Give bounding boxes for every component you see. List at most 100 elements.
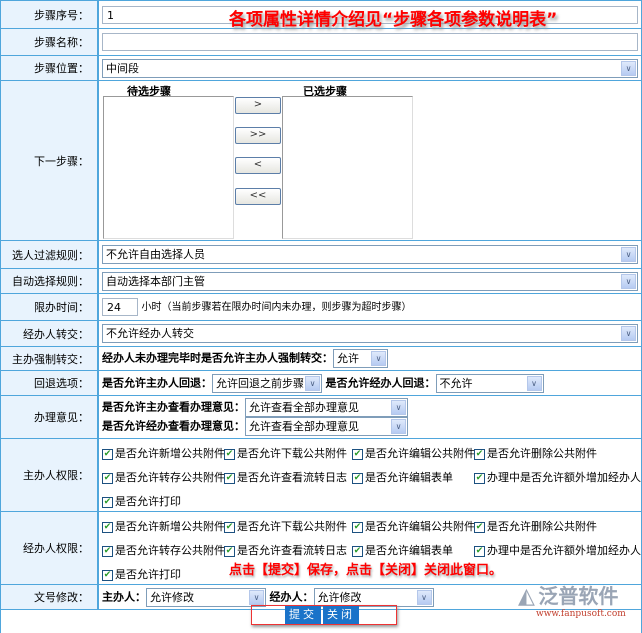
checkbox-checked-icon[interactable]: ✔ bbox=[474, 545, 485, 557]
rollback-handler-value: 不允许 bbox=[439, 376, 473, 390]
handler-transfer-select[interactable]: 不允许经办人转交 ∨ bbox=[102, 324, 638, 343]
checkbox-checked-icon[interactable]: ✔ bbox=[102, 472, 113, 484]
step-position-select[interactable]: 中间段 ∨ bbox=[102, 58, 638, 78]
permission-label: 是否允许删除公共附件 bbox=[487, 447, 597, 460]
selected-steps-list[interactable] bbox=[282, 96, 413, 239]
auto-rule-label: 自动选择规则： bbox=[0, 268, 99, 294]
permission-checkbox[interactable]: ✔ 是否允许打印 bbox=[102, 566, 181, 582]
checkbox-checked-icon[interactable]: ✔ bbox=[102, 448, 113, 460]
auto-rule-value: 自动选择本部门主管 bbox=[106, 274, 205, 288]
permission-label: 是否允许编辑公共附件 bbox=[365, 447, 475, 460]
step-position-value: 中间段 bbox=[106, 61, 139, 75]
permission-checkbox[interactable]: ✔ 是否允许转存公共附件 bbox=[102, 469, 225, 485]
chevron-down-icon: ∨ bbox=[621, 326, 636, 341]
step-position-label: 步骤位置： bbox=[0, 55, 99, 81]
force-transfer-select[interactable]: 允许 ∨ bbox=[333, 349, 388, 368]
doc-no-host-select[interactable]: 允许修改 ∨ bbox=[146, 587, 266, 607]
opinion-host-value: 允许查看全部办理意见 bbox=[249, 401, 359, 414]
permission-checkbox[interactable]: ✔ 是否允许编辑公共附件 bbox=[352, 445, 475, 461]
rollback-handler-select[interactable]: 不允许 ∨ bbox=[435, 373, 544, 393]
annotation-top: 各项属性详情介绍见“步骤各项参数说明表” bbox=[229, 10, 558, 30]
filter-rule-label: 选人过滤规则： bbox=[0, 240, 99, 269]
doc-no-handler-select[interactable]: 允许修改 ∨ bbox=[313, 587, 434, 607]
permission-label: 是否允许查看流转日志 bbox=[237, 544, 347, 557]
available-steps-list[interactable] bbox=[103, 96, 234, 239]
checkbox-checked-icon[interactable]: ✔ bbox=[224, 545, 235, 557]
opinion-host-select[interactable]: 允许查看全部办理意见 ∨ bbox=[245, 398, 408, 417]
opinion-label: 办理意见： bbox=[0, 395, 99, 439]
permission-label: 是否允许查看流转日志 bbox=[237, 471, 347, 484]
permission-label: 办理中是否允许额外增加经办人 bbox=[487, 471, 641, 484]
permission-label: 是否允许打印 bbox=[115, 495, 181, 508]
permission-checkbox[interactable]: ✔ 是否允许查看流转日志 bbox=[224, 469, 347, 485]
permission-checkbox[interactable]: ✔ 是否允许编辑公共附件 bbox=[352, 518, 475, 534]
checkbox-checked-icon[interactable]: ✔ bbox=[474, 472, 485, 484]
next-step-label: 下一步骤： bbox=[0, 80, 99, 241]
permission-checkbox[interactable]: ✔ 是否允许新增公共附件 bbox=[102, 518, 225, 534]
permission-label: 是否允许新增公共附件 bbox=[115, 520, 225, 533]
chevron-down-icon: ∨ bbox=[526, 375, 542, 391]
logo: ◭ 泛普软件 www.fanpusoft.com bbox=[518, 584, 626, 619]
host-permissions: ✔ 是否允许新增公共附件 ✔ 是否允许下载公共附件 ✔ 是否允许编辑公共附件 ✔ 是否允许删除… bbox=[102, 441, 641, 509]
permission-label: 是否允许下载公共附件 bbox=[237, 447, 347, 460]
checkbox-checked-icon[interactable]: ✔ bbox=[224, 472, 235, 484]
checkbox-checked-icon[interactable]: ✔ bbox=[352, 448, 363, 460]
permission-label: 是否允许转存公共附件 bbox=[115, 471, 225, 484]
permission-label: 是否允许删除公共附件 bbox=[487, 520, 597, 533]
permission-checkbox[interactable]: ✔ 是否允许新增公共附件 bbox=[102, 445, 225, 461]
checkbox-checked-icon[interactable]: ✔ bbox=[352, 521, 363, 533]
permission-label: 是否允许新增公共附件 bbox=[115, 447, 225, 460]
chevron-down-icon: ∨ bbox=[621, 247, 636, 262]
checkbox-checked-icon[interactable]: ✔ bbox=[474, 448, 485, 460]
host-perm-label: 主办人权限： bbox=[0, 438, 99, 512]
permission-label: 是否允许转存公共附件 bbox=[115, 544, 225, 557]
permission-checkbox[interactable]: ✔ 是否允许编辑表单 bbox=[352, 469, 453, 485]
permission-label: 办理中是否允许额外增加经办人 bbox=[487, 544, 641, 557]
force-transfer-value: 允许 bbox=[337, 352, 359, 365]
checkbox-checked-icon[interactable]: ✔ bbox=[102, 569, 113, 581]
permission-label: 是否允许编辑公共附件 bbox=[365, 520, 475, 533]
permission-checkbox[interactable]: ✔ 是否允许转存公共附件 bbox=[102, 542, 225, 558]
time-limit-input[interactable]: 24 bbox=[102, 298, 138, 316]
permission-checkbox[interactable]: ✔ 是否允许编辑表单 bbox=[352, 542, 453, 558]
permission-checkbox[interactable]: ✔ 是否允许打印 bbox=[102, 493, 181, 509]
permission-checkbox[interactable]: ✔ 是否允许删除公共附件 bbox=[474, 445, 597, 461]
checkbox-checked-icon[interactable]: ✔ bbox=[102, 545, 113, 557]
close-button[interactable]: 关闭 bbox=[323, 606, 359, 624]
permission-checkbox[interactable]: ✔ 是否允许查看流转日志 bbox=[224, 542, 347, 558]
permission-checkbox[interactable]: ✔ 是否允许删除公共附件 bbox=[474, 518, 597, 534]
step-name-input[interactable] bbox=[102, 33, 638, 51]
permission-label: 是否允许下载公共附件 bbox=[237, 520, 347, 533]
chevron-down-icon: ∨ bbox=[416, 589, 432, 605]
opinion-handler-select[interactable]: 允许查看全部办理意见 ∨ bbox=[245, 417, 408, 436]
checkbox-checked-icon[interactable]: ✔ bbox=[102, 521, 113, 533]
permission-label: 是否允许打印 bbox=[115, 568, 181, 581]
rollback-host-select[interactable]: 允许回退之前步骤 ∨ bbox=[212, 373, 322, 393]
rollback-handler-question: 是否允许经办人回退： bbox=[325, 376, 436, 389]
permission-checkbox[interactable]: ✔ 是否允许下载公共附件 bbox=[224, 445, 347, 461]
logo-icon: ◭ bbox=[518, 584, 535, 609]
permission-checkbox[interactable]: ✔ 办理中是否允许额外增加经办人 bbox=[474, 469, 641, 485]
permission-checkbox[interactable]: ✔ 办理中是否允许额外增加经办人 bbox=[474, 542, 641, 558]
checkbox-checked-icon[interactable]: ✔ bbox=[352, 472, 363, 484]
rollback-label: 回退选项： bbox=[0, 370, 99, 396]
filter-rule-select[interactable]: 不允许自由选择人员 ∨ bbox=[102, 245, 638, 264]
move-all-left-button[interactable]: << bbox=[235, 188, 281, 205]
checkbox-checked-icon[interactable]: ✔ bbox=[102, 496, 113, 508]
move-all-right-button[interactable]: >> bbox=[235, 127, 281, 144]
checkbox-checked-icon[interactable]: ✔ bbox=[352, 545, 363, 557]
rollback-host-question: 是否允许主办人回退： bbox=[102, 376, 212, 389]
opinion-host-question: 是否允许主办查看办理意见： bbox=[102, 400, 245, 414]
step-no-label: 步骤序号： bbox=[0, 0, 99, 29]
checkbox-checked-icon[interactable]: ✔ bbox=[474, 521, 485, 533]
opinion-handler-question: 是否允许经办查看办理意见： bbox=[102, 419, 245, 433]
submit-button[interactable]: 提交 bbox=[285, 606, 321, 624]
auto-rule-select[interactable]: 自动选择本部门主管 ∨ bbox=[102, 271, 638, 291]
permission-checkbox[interactable]: ✔ 是否允许下载公共附件 bbox=[224, 518, 347, 534]
move-right-button[interactable]: > bbox=[235, 97, 281, 114]
checkbox-checked-icon[interactable]: ✔ bbox=[224, 521, 235, 533]
force-transfer-question: 经办人未办理完毕时是否允许主办人强制转交： bbox=[102, 351, 333, 365]
checkbox-checked-icon[interactable]: ✔ bbox=[224, 448, 235, 460]
chevron-down-icon: ∨ bbox=[249, 589, 264, 605]
move-left-button[interactable]: < bbox=[235, 157, 281, 174]
